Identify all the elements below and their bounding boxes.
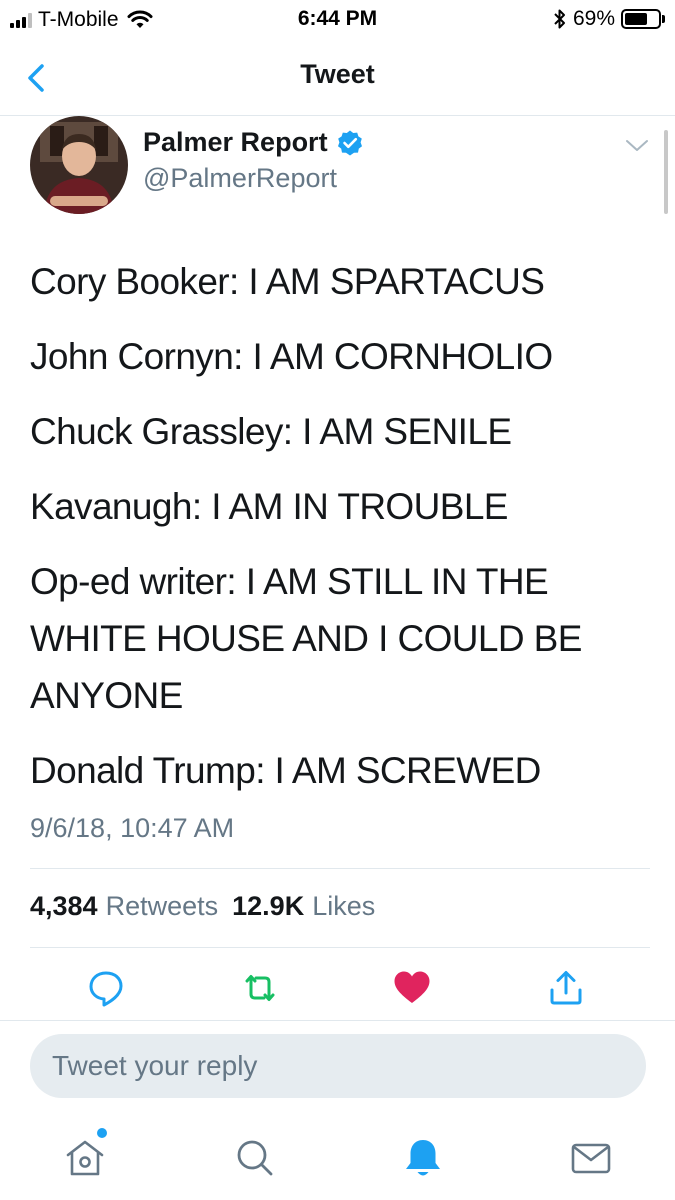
share-icon[interactable] (546, 968, 586, 1008)
author-handle[interactable]: @PalmerReport (143, 163, 337, 194)
home-icon[interactable] (63, 1136, 107, 1180)
page-title: Tweet (300, 59, 375, 89)
navigation-bar: Tweet (0, 40, 675, 116)
tweet-line: Donald Trump: I AM SCREWED (30, 750, 541, 791)
divider (30, 947, 650, 948)
divider (0, 1020, 675, 1021)
author-avatar[interactable] (30, 116, 128, 214)
verified-badge-icon (337, 130, 362, 155)
avatar-image (30, 116, 128, 214)
tweet-text: Cory Booker: I AM SPARTACUS John Cornyn:… (30, 253, 650, 799)
retweets-count[interactable]: 4,384 (30, 891, 98, 922)
tweet-timestamp: 9/6/18, 10:47 AM (30, 813, 235, 843)
bell-icon[interactable] (401, 1136, 445, 1180)
status-bar-right: 69% (553, 7, 665, 31)
heart-icon[interactable] (392, 968, 432, 1008)
reply-input[interactable]: Tweet your reply (30, 1034, 646, 1098)
tweet-stats: 4,384 Retweets 12.9K Likes (30, 891, 389, 922)
author-name[interactable]: Palmer Report (143, 127, 328, 158)
chevron-down-icon[interactable] (625, 138, 649, 154)
tweet-line: Kavanugh: I AM IN TROUBLE (30, 486, 508, 527)
battery-cap (662, 15, 665, 23)
bluetooth-icon (554, 9, 565, 29)
battery-icon (621, 9, 661, 29)
likes-label[interactable]: Likes (312, 891, 375, 922)
notification-dot (97, 1128, 107, 1138)
status-bar: T-Mobile 6:44 PM 69% (0, 0, 675, 40)
search-icon[interactable] (233, 1136, 277, 1180)
tweet-actions (0, 962, 675, 1018)
battery-percentage: 69% (572, 7, 615, 30)
retweet-icon[interactable] (240, 968, 280, 1008)
tweet-line: John Cornyn: I AM CORNHOLIO (30, 336, 553, 377)
author-name-row: Palmer Report (143, 127, 364, 158)
tweet-line: Op-ed writer: I AM STILL IN THE WHITE HO… (30, 561, 582, 716)
likes-count[interactable]: 12.9K (232, 891, 304, 922)
envelope-icon[interactable] (569, 1136, 613, 1180)
tweet-header: Palmer Report @PalmerReport (0, 116, 675, 226)
battery-level-fill (625, 13, 648, 25)
tweet-line: Cory Booker: I AM SPARTACUS (30, 261, 545, 302)
tweet-line: Chuck Grassley: I AM SENILE (30, 411, 512, 452)
reply-icon[interactable] (86, 968, 126, 1008)
tab-bar (0, 1114, 675, 1200)
divider (30, 868, 650, 869)
retweets-label[interactable]: Retweets (106, 891, 219, 922)
scroll-indicator (664, 130, 668, 214)
